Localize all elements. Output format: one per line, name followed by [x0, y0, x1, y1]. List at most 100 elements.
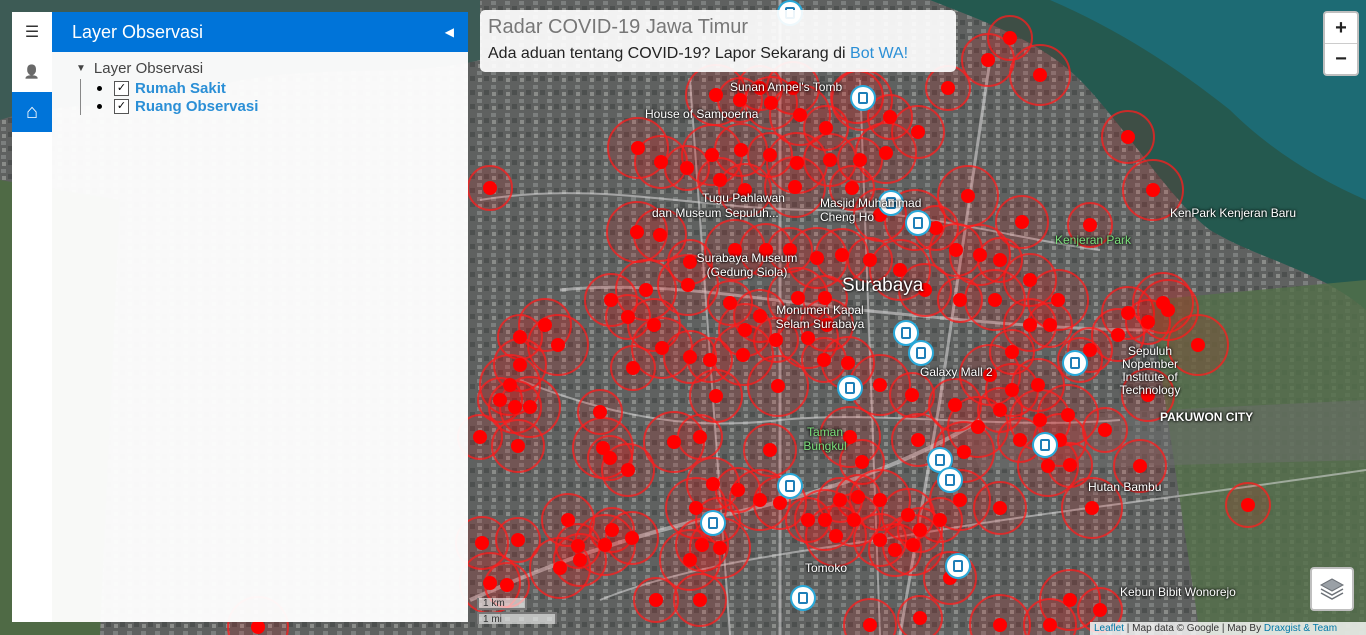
user-tab[interactable]: 👤	[12, 52, 52, 92]
observation-point[interactable]	[654, 155, 668, 169]
observation-point[interactable]	[736, 348, 750, 362]
observation-point[interactable]	[764, 96, 778, 110]
observation-point[interactable]	[693, 430, 707, 444]
ruang-observasi-checkbox[interactable]: ✓	[114, 98, 129, 114]
hospital-marker[interactable]	[777, 473, 803, 499]
observation-point[interactable]	[1061, 408, 1075, 422]
observation-point[interactable]	[605, 523, 619, 537]
observation-point[interactable]	[604, 293, 618, 307]
observation-point[interactable]	[1041, 459, 1055, 473]
observation-point[interactable]	[1063, 458, 1077, 472]
observation-point[interactable]	[1146, 183, 1160, 197]
observation-point[interactable]	[993, 618, 1007, 632]
observation-point[interactable]	[993, 403, 1007, 417]
observation-point[interactable]	[901, 508, 915, 522]
observation-point[interactable]	[841, 356, 855, 370]
observation-point[interactable]	[593, 405, 607, 419]
tree-item-rumah-sakit[interactable]: ✓ Rumah Sakit	[97, 79, 468, 97]
observation-point[interactable]	[911, 433, 925, 447]
observation-point[interactable]	[475, 536, 489, 550]
observation-point[interactable]	[603, 451, 617, 465]
observation-point[interactable]	[793, 108, 807, 122]
tree-root[interactable]: ▼ Layer Observasi	[76, 60, 468, 77]
observation-point[interactable]	[1015, 215, 1029, 229]
observation-point[interactable]	[649, 593, 663, 607]
observation-point[interactable]	[873, 493, 887, 507]
observation-point[interactable]	[647, 318, 661, 332]
observation-point[interactable]	[713, 541, 727, 555]
observation-point[interactable]	[971, 420, 985, 434]
observation-point[interactable]	[1063, 593, 1077, 607]
observation-point[interactable]	[513, 330, 527, 344]
observation-point[interactable]	[1141, 315, 1155, 329]
hospital-marker[interactable]	[700, 510, 726, 536]
observation-point[interactable]	[689, 501, 703, 515]
observation-point[interactable]	[829, 529, 843, 543]
observation-point[interactable]	[513, 358, 527, 372]
observation-point[interactable]	[905, 388, 919, 402]
observation-point[interactable]	[695, 538, 709, 552]
zoom-out-button[interactable]: −	[1325, 43, 1357, 74]
observation-point[interactable]	[753, 493, 767, 507]
observation-point[interactable]	[949, 243, 963, 257]
hospital-marker[interactable]	[850, 85, 876, 111]
observation-point[interactable]	[1013, 433, 1027, 447]
observation-point[interactable]	[709, 389, 723, 403]
observation-point[interactable]	[1121, 306, 1135, 320]
observation-point[interactable]	[818, 513, 832, 527]
observation-point[interactable]	[1111, 328, 1125, 342]
author-link[interactable]: Draxgist & Team	[1264, 623, 1337, 634]
observation-point[interactable]	[953, 293, 967, 307]
observation-point[interactable]	[733, 93, 747, 107]
observation-point[interactable]	[713, 173, 727, 187]
observation-point[interactable]	[873, 533, 887, 547]
observation-point[interactable]	[988, 293, 1002, 307]
observation-point[interactable]	[888, 543, 902, 557]
observation-point[interactable]	[790, 156, 804, 170]
ruang-observasi-label[interactable]: Ruang Observasi	[135, 98, 258, 115]
observation-point[interactable]	[625, 531, 639, 545]
observation-point[interactable]	[863, 618, 877, 632]
observation-point[interactable]	[621, 463, 635, 477]
observation-point[interactable]	[845, 181, 859, 195]
observation-point[interactable]	[706, 477, 720, 491]
observation-point[interactable]	[933, 513, 947, 527]
observation-point[interactable]	[680, 161, 694, 175]
observation-point[interactable]	[561, 513, 575, 527]
observation-point[interactable]	[973, 248, 987, 262]
observation-point[interactable]	[769, 333, 783, 347]
hospital-marker[interactable]	[945, 553, 971, 579]
observation-point[interactable]	[1133, 459, 1147, 473]
observation-point[interactable]	[847, 513, 861, 527]
observation-point[interactable]	[817, 353, 831, 367]
observation-point[interactable]	[681, 278, 695, 292]
zoom-in-button[interactable]: +	[1325, 13, 1357, 43]
observation-point[interactable]	[1003, 31, 1017, 45]
observation-point[interactable]	[1085, 501, 1099, 515]
observation-point[interactable]	[1005, 345, 1019, 359]
observation-point[interactable]	[503, 378, 517, 392]
observation-point[interactable]	[630, 225, 644, 239]
observation-point[interactable]	[508, 400, 522, 414]
rumah-sakit-checkbox[interactable]: ✓	[114, 80, 129, 96]
observation-point[interactable]	[1121, 130, 1135, 144]
observation-point[interactable]	[483, 181, 497, 195]
observation-point[interactable]	[500, 578, 514, 592]
observation-point[interactable]	[598, 538, 612, 552]
bot-wa-link[interactable]: Bot WA!	[850, 45, 908, 62]
observation-point[interactable]	[763, 443, 777, 457]
observation-point[interactable]	[913, 523, 927, 537]
observation-point[interactable]	[731, 483, 745, 497]
observation-point[interactable]	[1098, 423, 1112, 437]
observation-point[interactable]	[693, 593, 707, 607]
observation-point[interactable]	[835, 248, 849, 262]
observation-point[interactable]	[855, 455, 869, 469]
observation-point[interactable]	[683, 350, 697, 364]
observation-point[interactable]	[981, 53, 995, 67]
observation-point[interactable]	[538, 318, 552, 332]
observation-point[interactable]	[705, 148, 719, 162]
observation-point[interactable]	[1156, 296, 1170, 310]
observation-point[interactable]	[1023, 318, 1037, 332]
hospital-marker[interactable]	[1032, 432, 1058, 458]
observation-point[interactable]	[483, 576, 497, 590]
